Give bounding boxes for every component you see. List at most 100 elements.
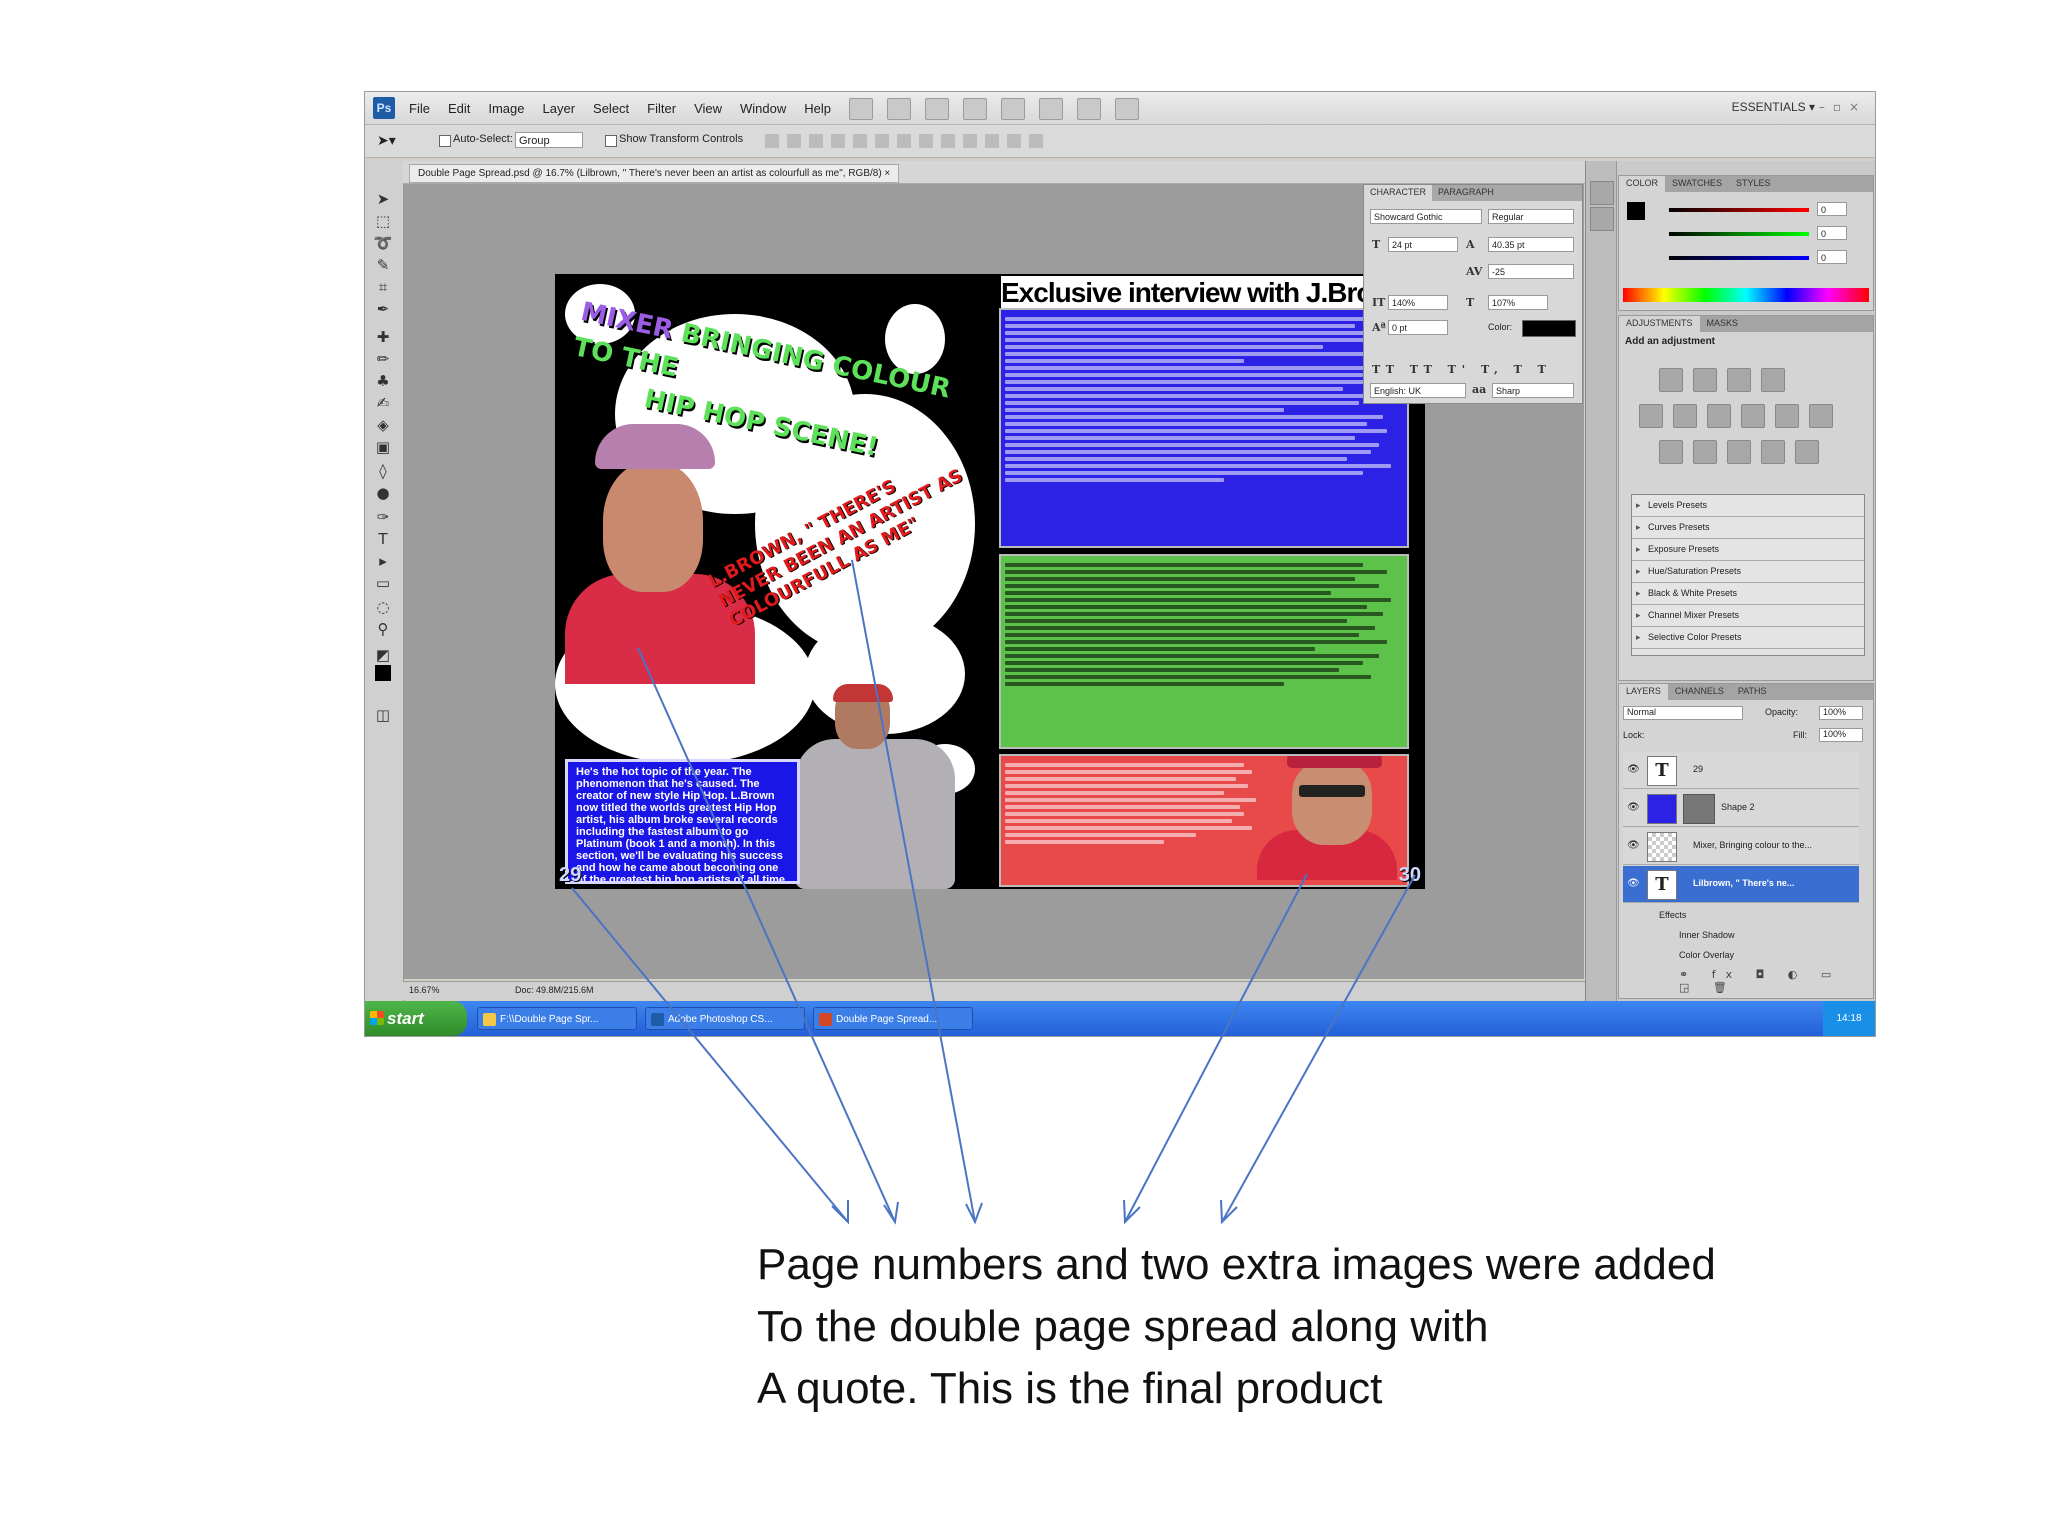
visibility-icon[interactable]: 👁 <box>1627 802 1640 813</box>
blue-value[interactable]: 0 <box>1817 250 1847 264</box>
red-slider[interactable] <box>1669 208 1809 212</box>
quick-mask-icon[interactable]: ◫ <box>373 705 393 725</box>
preset-hue-saturation[interactable]: Hue/Saturation Presets <box>1632 561 1864 583</box>
document-tab[interactable]: Double Page Spread.psd @ 16.7% (Lilbrown… <box>409 164 900 183</box>
exposure-icon[interactable] <box>1761 368 1785 392</box>
launch-bridge-icon[interactable] <box>849 98 873 120</box>
photo-filter-icon[interactable] <box>1775 404 1799 428</box>
blur-tool-icon[interactable]: ◊ <box>373 461 393 481</box>
menu-select[interactable]: Select <box>593 101 629 116</box>
quick-select-icon[interactable]: ✎ <box>373 255 393 275</box>
blue-slider[interactable] <box>1669 256 1809 260</box>
visibility-icon[interactable]: 👁 <box>1627 878 1640 889</box>
arrange-documents-icon[interactable] <box>1077 98 1101 120</box>
hand-tool-icon[interactable] <box>963 98 987 120</box>
levels-icon[interactable] <box>1693 368 1717 392</box>
move-tool-icon[interactable]: ➤▾ <box>377 133 396 149</box>
vibrance-icon[interactable] <box>1639 404 1663 428</box>
dodge-tool-icon[interactable]: ● <box>373 483 393 503</box>
layer-row[interactable]: 👁 Mixer, Bringing colour to the... <box>1623 828 1859 865</box>
menu-image[interactable]: Image <box>488 101 524 116</box>
menu-filter[interactable]: Filter <box>647 101 676 116</box>
tab-color[interactable]: COLOR <box>1619 176 1666 192</box>
align-middle-icon[interactable] <box>787 134 801 148</box>
anti-alias-select[interactable]: Sharp <box>1492 383 1574 398</box>
show-transform-checkbox[interactable] <box>605 135 617 147</box>
preset-exposure[interactable]: Exposure Presets <box>1632 539 1864 561</box>
color-spectrum[interactable] <box>1623 288 1869 302</box>
tab-styles[interactable]: STYLES <box>1729 176 1778 192</box>
brush-tool-icon[interactable]: ✏ <box>373 349 393 369</box>
rotate-view-icon[interactable] <box>1039 98 1063 120</box>
hue-saturation-icon[interactable] <box>1673 404 1697 428</box>
preset-selective-color[interactable]: Selective Color Presets <box>1632 627 1864 649</box>
menu-layer[interactable]: Layer <box>543 101 576 116</box>
eyedropper-icon[interactable]: ✒ <box>373 299 393 319</box>
window-controls[interactable]: –▫× <box>1819 100 1867 114</box>
posterize-icon[interactable] <box>1693 440 1717 464</box>
auto-select-checkbox[interactable] <box>439 135 451 147</box>
paragraph-panel-icon[interactable] <box>1590 207 1614 231</box>
marquee-tool-icon[interactable]: ⬚ <box>373 211 393 231</box>
type-tool-icon[interactable]: T <box>373 529 393 549</box>
zoom-tool-icon[interactable] <box>1001 98 1025 120</box>
language-select[interactable]: English: UK <box>1370 383 1466 398</box>
clone-stamp-icon[interactable]: ♣ <box>373 371 393 391</box>
foreground-color-swatch[interactable] <box>375 665 391 681</box>
distribute-middle-icon[interactable] <box>919 134 933 148</box>
invert-icon[interactable] <box>1659 440 1683 464</box>
align-right-icon[interactable] <box>875 134 889 148</box>
taskbar-item-powerpoint[interactable]: Double Page Spread... <box>813 1007 973 1030</box>
3d-rotate-icon[interactable]: ◌ <box>373 597 393 617</box>
default-colors-icon[interactable]: ◩ <box>373 645 393 665</box>
channel-mixer-icon[interactable] <box>1809 404 1833 428</box>
visibility-icon[interactable]: 👁 <box>1627 840 1640 851</box>
menu-file[interactable]: File <box>409 101 430 116</box>
vertical-scale-field[interactable]: 140% <box>1388 295 1448 310</box>
tab-masks[interactable]: MASKS <box>1700 316 1746 332</box>
healing-brush-icon[interactable]: ✚ <box>373 327 393 347</box>
eraser-icon[interactable]: ◈ <box>373 415 393 435</box>
preset-black-white[interactable]: Black & White Presets <box>1632 583 1864 605</box>
tab-paragraph[interactable]: PARAGRAPH <box>1432 185 1500 201</box>
path-select-icon[interactable]: ▸ <box>373 551 393 571</box>
effect-inner-shadow[interactable]: Inner Shadow <box>1679 930 1735 940</box>
baseline-shift-field[interactable]: 0 pt <box>1388 320 1448 335</box>
crop-tool-icon[interactable]: ⌗ <box>373 277 393 297</box>
foreground-swatch[interactable] <box>1627 202 1645 220</box>
tab-character[interactable]: CHARACTER <box>1364 185 1433 201</box>
menu-view[interactable]: View <box>694 101 722 116</box>
zoom-level-icon[interactable] <box>925 98 949 120</box>
menu-window[interactable]: Window <box>740 101 786 116</box>
font-family-select[interactable]: Showcard Gothic <box>1370 209 1482 224</box>
character-panel-icon[interactable] <box>1590 181 1614 205</box>
gradient-map-icon[interactable] <box>1761 440 1785 464</box>
taskbar-item-photoshop[interactable]: Adobe Photoshop CS... <box>645 1007 805 1030</box>
start-button[interactable]: start <box>365 1001 467 1036</box>
zoom-level[interactable]: 16.67% <box>409 985 440 995</box>
leading-field[interactable]: 40.35 pt <box>1488 237 1574 252</box>
layer-panel-buttons[interactable]: ⚭ fx ◘ ◐ ▭ ◲ 🗑 <box>1679 968 1873 994</box>
effect-color-overlay[interactable]: Color Overlay <box>1679 950 1734 960</box>
curves-icon[interactable] <box>1727 368 1751 392</box>
horizontal-scale-field[interactable]: 107% <box>1488 295 1548 310</box>
taskbar-item-folder[interactable]: F:\\Double Page Spr... <box>477 1007 637 1030</box>
opacity-field[interactable]: 100% <box>1819 706 1863 720</box>
color-balance-icon[interactable] <box>1707 404 1731 428</box>
black-white-icon[interactable] <box>1741 404 1765 428</box>
distribute-top-icon[interactable] <box>897 134 911 148</box>
tracking-field[interactable]: -25 <box>1488 264 1574 279</box>
menu-help[interactable]: Help <box>804 101 831 116</box>
font-size-field[interactable]: 24 pt <box>1388 237 1458 252</box>
shape-tool-icon[interactable]: ▭ <box>373 573 393 593</box>
align-center-icon[interactable] <box>853 134 867 148</box>
layer-row-selected[interactable]: 👁 T Lilbrown, " There's ne... <box>1623 866 1859 903</box>
preset-levels[interactable]: Levels Presets <box>1632 495 1864 517</box>
distribute-bottom-icon[interactable] <box>941 134 955 148</box>
align-bottom-icon[interactable] <box>809 134 823 148</box>
tab-paths[interactable]: PATHS <box>1731 684 1774 700</box>
text-color-swatch[interactable] <box>1522 320 1576 337</box>
gradient-icon[interactable]: ▣ <box>373 437 393 457</box>
fill-field[interactable]: 100% <box>1819 728 1863 742</box>
align-top-icon[interactable] <box>765 134 779 148</box>
